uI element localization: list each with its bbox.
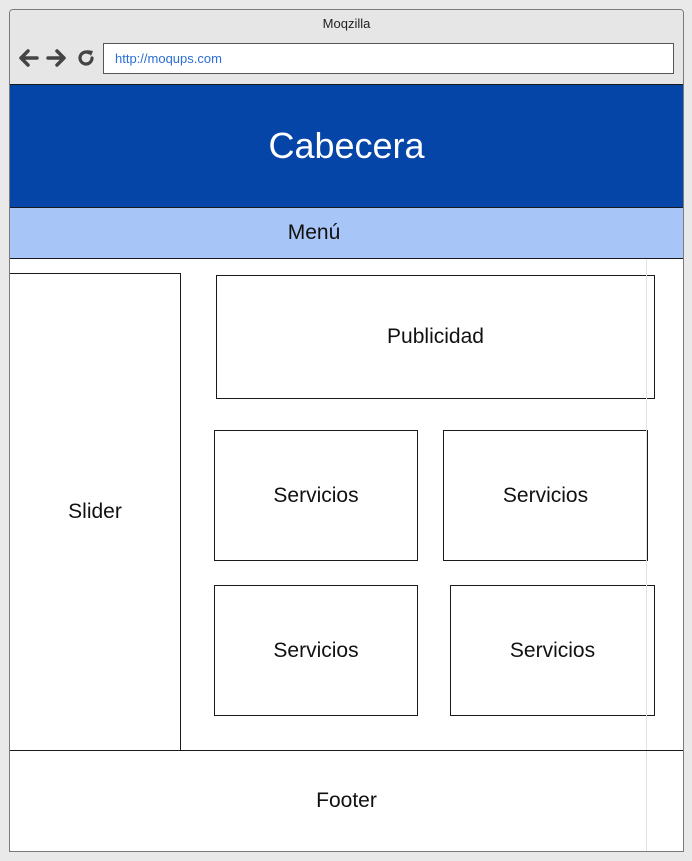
service-block-3: Servicios — [214, 585, 418, 716]
reload-button[interactable] — [75, 47, 97, 69]
ad-block: Publicidad — [216, 275, 655, 399]
service-block-1: Servicios — [214, 430, 418, 561]
browser-toolbar: Moqzilla — [10, 10, 683, 85]
browser-window: Moqzilla Cabecera Menú Slider Publicidad… — [9, 9, 684, 852]
slider-block: Slider — [10, 273, 181, 751]
reload-icon — [78, 50, 94, 66]
page-header: Cabecera — [10, 84, 683, 208]
back-button[interactable] — [17, 47, 39, 69]
arrow-right-icon — [46, 49, 66, 67]
page-footer: Footer — [10, 750, 683, 851]
service-block-4: Servicios — [450, 585, 655, 716]
arrow-left-icon — [19, 49, 39, 67]
window-title: Moqzilla — [322, 16, 371, 31]
menu-bar[interactable]: Menú — [10, 208, 683, 259]
url-input[interactable] — [103, 43, 674, 74]
forward-button[interactable] — [46, 47, 68, 69]
service-block-2: Servicios — [443, 430, 648, 561]
